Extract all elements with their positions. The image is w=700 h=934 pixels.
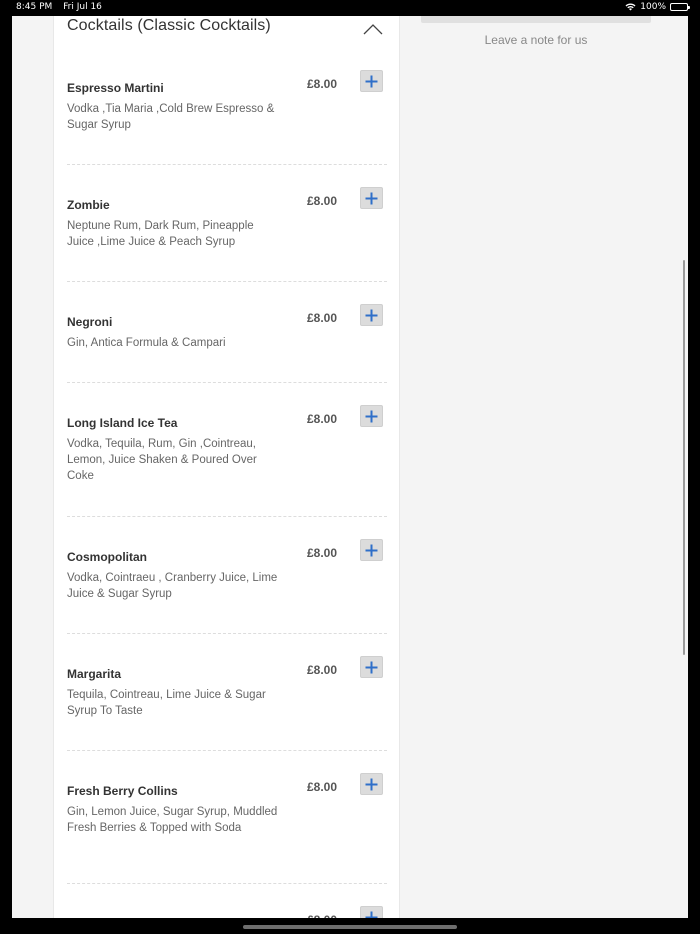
item-divider [67,633,387,634]
add-item-button[interactable] [360,187,383,209]
add-item-button[interactable] [360,539,383,561]
item-description: Gin, Lemon Juice, Sugar Syrup, Muddled F… [67,806,278,834]
item-price: £8.00 [307,412,338,426]
item-description: Neptune Rum, Dark Rum, Pineapple Juice ,… [67,220,254,248]
plus-icon [365,75,378,87]
item-name: Margarita [67,667,122,681]
section-title: Cocktails (Classic Cocktails) [67,17,271,34]
item-price: £8.00 [307,77,338,91]
add-item-button[interactable] [360,906,383,918]
add-item-button[interactable] [360,70,383,92]
status-date: Fri Jul 16 [63,2,102,12]
leave-note-link[interactable]: Leave a note for us [421,33,651,47]
item-name: Pornstar Martini [67,917,159,918]
status-time: 8:45 PM [16,2,53,12]
item-divider [67,750,387,751]
item-divider [67,883,387,884]
add-item-button[interactable] [360,405,383,427]
battery-percent: 100% [640,2,666,12]
item-price: £8.00 [307,663,338,677]
item-name: Negroni [67,315,113,329]
plus-icon [365,661,378,673]
app-screen: Cocktails (Classic Cocktails) Espresso M… [12,16,688,918]
item-name: Zombie [67,198,110,212]
plus-icon [365,309,378,321]
item-price: £8.00 [307,546,338,560]
add-item-button[interactable] [360,304,383,326]
status-bar: 8:45 PM Fri Jul 16 100% [0,0,700,16]
chevron-up-icon[interactable] [362,22,384,36]
add-item-button[interactable] [360,773,383,795]
item-divider [67,281,387,282]
plus-icon [365,911,378,918]
plus-icon [365,192,378,204]
battery-icon [670,3,690,11]
add-item-button[interactable] [360,656,383,678]
item-description: Gin, Antica Formula & Campari [67,337,226,349]
item-name: Espresso Martini [67,81,164,95]
note-input-bar[interactable] [421,16,651,23]
item-price: £8.00 [307,194,338,208]
item-name: Long Island Ice Tea [67,416,178,430]
item-divider [67,382,387,383]
item-name: Fresh Berry Collins [67,784,178,798]
plus-icon [365,410,378,422]
item-price: £8.00 [307,913,337,918]
home-indicator[interactable] [243,925,457,929]
item-name: Cosmopolitan [67,550,147,564]
item-description: Vodka, Tequila, Rum, Gin ,Cointreau, Lem… [67,438,257,482]
plus-icon [365,544,378,556]
item-divider [67,164,387,165]
item-price: £8.00 [307,311,338,325]
plus-icon [365,778,378,790]
wifi-icon [625,3,636,11]
item-description: Tequila, Cointreau, Lime Juice & Sugar S… [67,689,266,717]
item-divider [67,516,387,517]
item-description: Vodka ,Tia Maria ,Cold Brew Espresso & S… [67,103,275,131]
menu-panel: Cocktails (Classic Cocktails) Espresso M… [53,16,400,918]
item-price: £8.00 [307,780,338,794]
item-description: Vodka, Cointraeu , Cranberry Juice, Lime… [67,572,278,600]
section-header[interactable]: Cocktails (Classic Cocktails) [54,16,399,46]
scrollbar[interactable] [683,260,685,655]
